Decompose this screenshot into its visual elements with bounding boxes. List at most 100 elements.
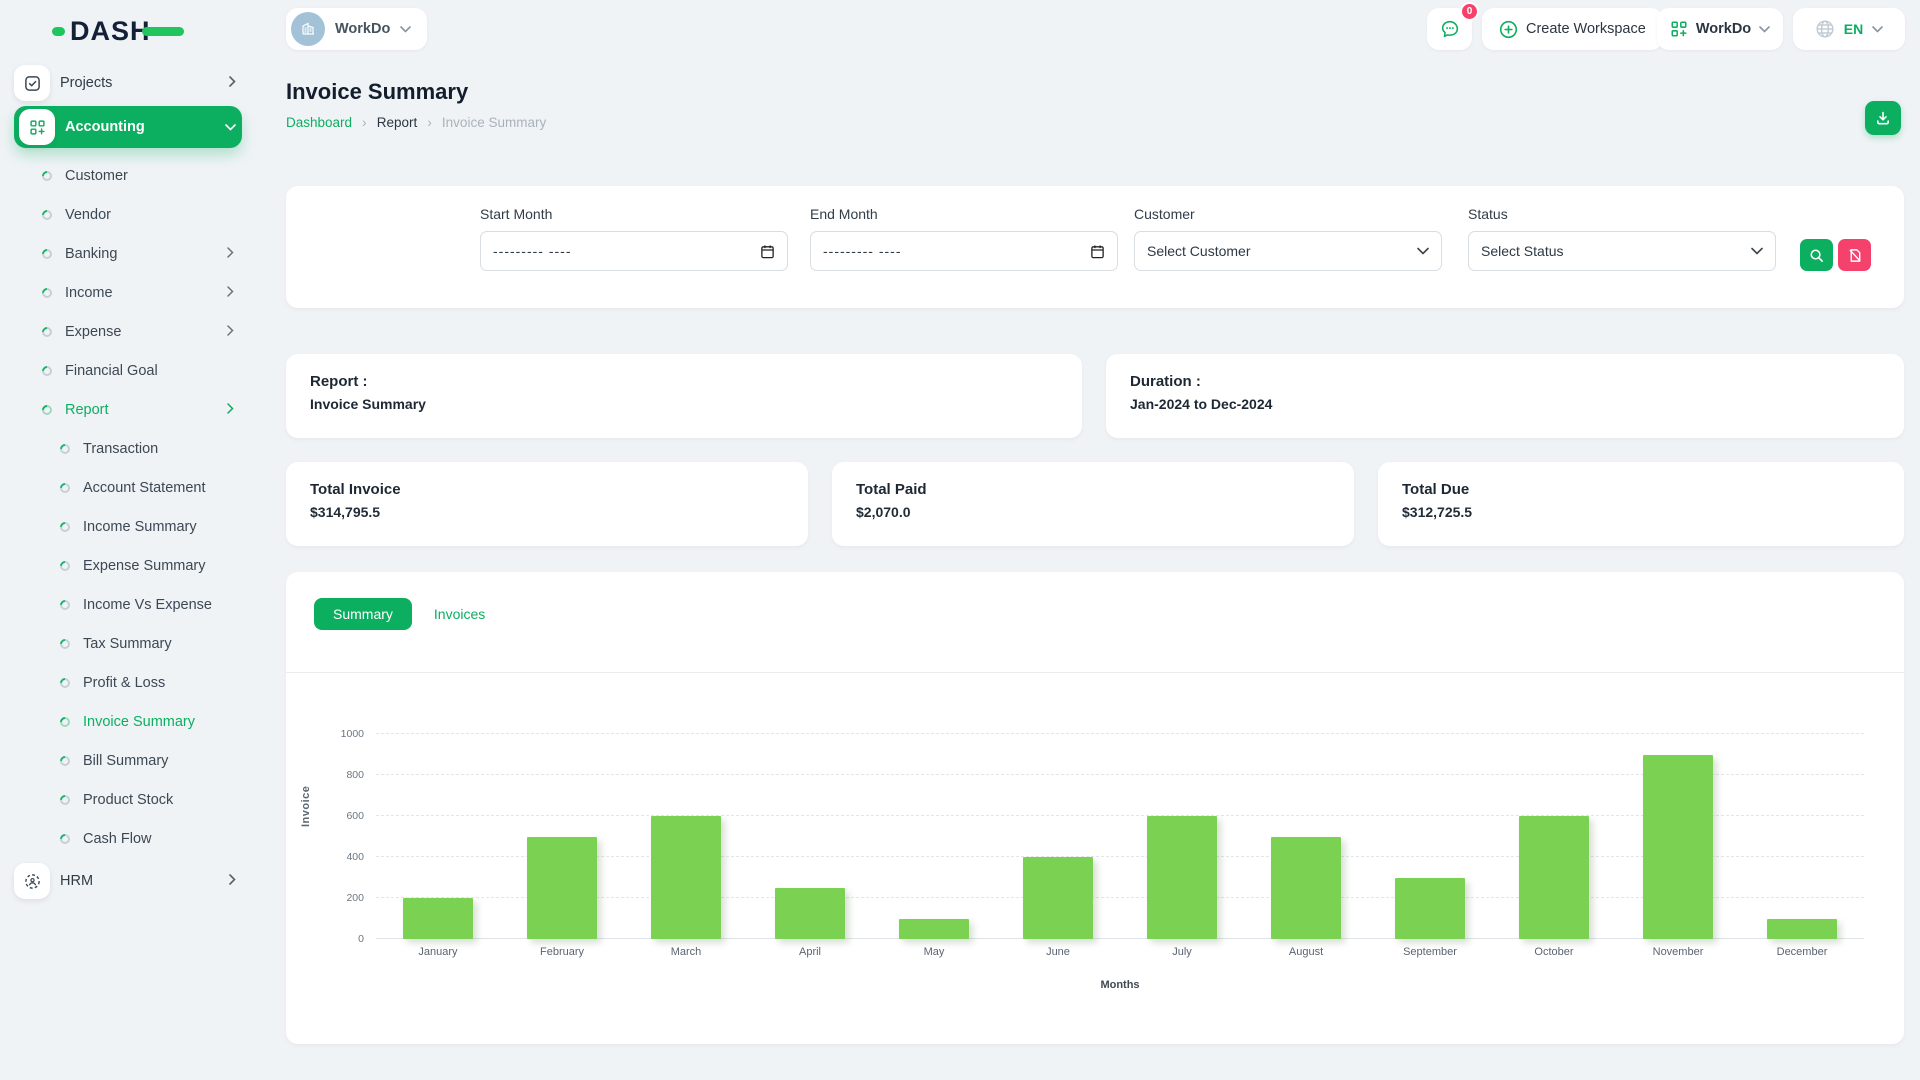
bar-september <box>1395 878 1465 940</box>
bullet-icon <box>58 519 72 533</box>
chart-column <box>376 734 500 939</box>
sidebar-item-vendor[interactable]: Vendor <box>14 195 242 234</box>
workspace-switcher[interactable]: WorkDo <box>286 8 427 50</box>
start-month-label: Start Month <box>480 206 788 222</box>
sidebar-item-label: Transaction <box>83 441 158 457</box>
reset-filter-button[interactable] <box>1838 239 1871 271</box>
x-axis-title: Months <box>376 979 1864 991</box>
chart-column <box>748 734 872 939</box>
create-workspace-label: Create Workspace <box>1526 21 1646 37</box>
breadcrumb-report[interactable]: Report <box>377 115 418 130</box>
sidebar-item-label: Financial Goal <box>65 363 158 379</box>
sidebar-item-profit-loss[interactable]: Profit & Loss <box>14 663 242 702</box>
bar-december <box>1767 919 1837 940</box>
create-workspace-button[interactable]: Create Workspace <box>1482 8 1663 50</box>
report-card: Report : Invoice Summary <box>286 354 1082 438</box>
chevron-right-icon <box>229 872 236 890</box>
breadcrumb-separator: › <box>362 114 367 130</box>
sidebar-item-label: Bill Summary <box>83 753 168 769</box>
sidebar-item-income-vs-expense[interactable]: Income Vs Expense <box>14 585 242 624</box>
accounting-icon <box>19 109 55 145</box>
chevron-down-icon <box>1759 26 1770 33</box>
chart-column <box>996 734 1120 939</box>
sidebar-item-invoice-summary[interactable]: Invoice Summary <box>14 702 242 741</box>
report-value: Invoice Summary <box>310 396 1058 412</box>
total-due-value: $312,725.5 <box>1402 504 1880 520</box>
logo-text: DASH <box>70 16 151 47</box>
chart-column <box>500 734 624 939</box>
sidebar-item-label: Income Summary <box>83 519 197 535</box>
sidebar-item-financial-goal[interactable]: Financial Goal <box>14 351 242 390</box>
x-tick-label: May <box>872 946 996 958</box>
sidebar-item-projects[interactable]: Projects <box>14 64 242 102</box>
sidebar-item-cash-flow[interactable]: Cash Flow <box>14 819 242 858</box>
status-label: Status <box>1468 206 1776 222</box>
x-tick-label: June <box>996 946 1120 958</box>
download-icon <box>1875 110 1891 126</box>
bullet-icon <box>40 363 54 377</box>
x-tick-label: September <box>1368 946 1492 958</box>
bullet-icon <box>58 675 72 689</box>
sidebar-item-label: Accounting <box>65 119 145 135</box>
bullet-icon <box>58 714 72 728</box>
breadcrumb-dashboard[interactable]: Dashboard <box>286 115 352 130</box>
chart-column <box>1244 734 1368 939</box>
sidebar-item-income[interactable]: Income <box>14 273 242 312</box>
sidebar-item-banking[interactable]: Banking <box>14 234 242 273</box>
x-tick-label: November <box>1616 946 1740 958</box>
calendar-icon <box>1090 244 1105 259</box>
sidebar-item-product-stock[interactable]: Product Stock <box>14 780 242 819</box>
language-code: EN <box>1844 21 1863 37</box>
messages-button[interactable]: 0 <box>1427 8 1472 50</box>
sidebar-item-customer[interactable]: Customer <box>14 156 242 195</box>
sidebar-item-label: Account Statement <box>83 480 206 496</box>
apply-filter-button[interactable] <box>1800 239 1833 271</box>
sidebar-item-report[interactable]: Report <box>14 390 242 429</box>
chart-card: Summary Invoices Invoice 020040060080010… <box>286 572 1904 1044</box>
download-button[interactable] <box>1865 101 1901 135</box>
bar-june <box>1023 857 1093 939</box>
sidebar-item-expense-summary[interactable]: Expense Summary <box>14 546 242 585</box>
end-month-group: End Month --------- ---- <box>810 206 1118 271</box>
hrm-icon <box>14 863 50 899</box>
x-tick-label: December <box>1740 946 1864 958</box>
messages-badge: 0 <box>1460 2 1479 21</box>
bar-may <box>899 919 969 940</box>
sidebar-item-label: Vendor <box>65 207 111 223</box>
building-icon <box>300 21 316 37</box>
sidebar-item-hrm[interactable]: HRM <box>14 862 242 900</box>
bullet-icon <box>40 168 54 182</box>
start-month-value: --------- ---- <box>493 243 572 259</box>
x-tick-label: February <box>500 946 624 958</box>
sidebar-item-label: Profit & Loss <box>83 675 165 691</box>
end-month-label: End Month <box>810 206 1118 222</box>
chevron-down-icon <box>1751 247 1763 255</box>
total-paid-label: Total Paid <box>856 481 1330 498</box>
end-month-input[interactable]: --------- ---- <box>810 231 1118 271</box>
logo[interactable]: DASH <box>52 16 184 47</box>
bullet-icon <box>58 480 72 494</box>
start-month-input[interactable]: --------- ---- <box>480 231 788 271</box>
duration-value: Jan-2024 to Dec-2024 <box>1130 396 1880 412</box>
sidebar-item-accounting[interactable]: Accounting <box>14 106 242 148</box>
sidebar-item-income-summary[interactable]: Income Summary <box>14 507 242 546</box>
sidebar-item-expense[interactable]: Expense <box>14 312 242 351</box>
sidebar-item-bill-summary[interactable]: Bill Summary <box>14 741 242 780</box>
report-label: Report : <box>310 373 1058 390</box>
chart-column <box>1740 734 1864 939</box>
sidebar-item-transaction[interactable]: Transaction <box>14 429 242 468</box>
sidebar-item-label: HRM <box>60 873 93 889</box>
language-selector[interactable]: EN <box>1793 8 1905 50</box>
chart-column <box>872 734 996 939</box>
bullet-icon <box>58 558 72 572</box>
status-select[interactable]: Select Status <box>1468 231 1776 271</box>
app-switcher[interactable]: WorkDo <box>1657 8 1783 50</box>
sidebar-item-account-statement[interactable]: Account Statement <box>14 468 242 507</box>
x-tick-label: August <box>1244 946 1368 958</box>
x-tick-label: January <box>376 946 500 958</box>
bullet-icon <box>58 831 72 845</box>
duration-card: Duration : Jan-2024 to Dec-2024 <box>1106 354 1904 438</box>
sidebar-item-tax-summary[interactable]: Tax Summary <box>14 624 242 663</box>
customer-select[interactable]: Select Customer <box>1134 231 1442 271</box>
grid-plus-icon <box>1670 20 1688 38</box>
